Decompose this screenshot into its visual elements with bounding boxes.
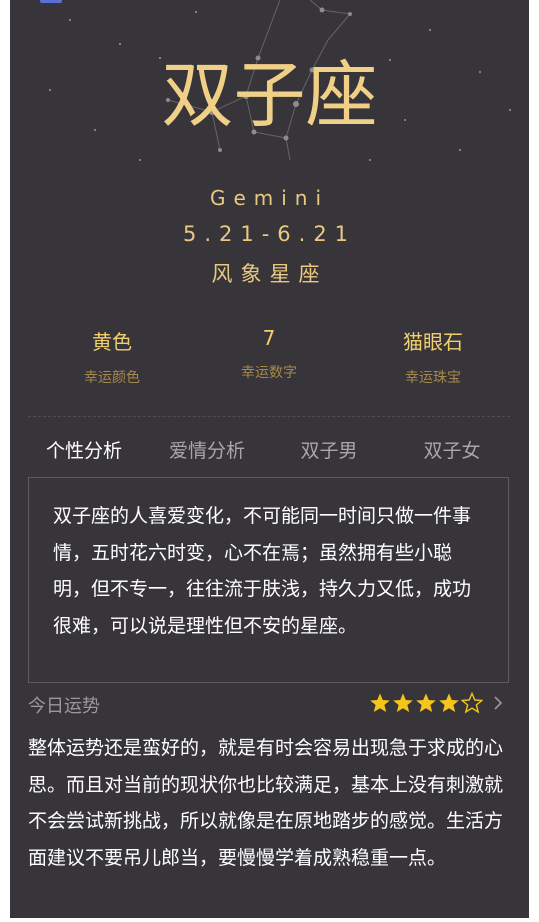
sign-element: 风象星座 [211, 262, 328, 286]
divider [28, 416, 510, 417]
star-empty-icon [461, 692, 483, 714]
fortune-text: 整体运势还是蛮好的，就是有时会容易出现急于求成的心思。而且对当前的现状你也比较满… [28, 737, 504, 869]
lucky-color-label: 幸运颜色 [84, 370, 140, 386]
tab-gemini-male[interactable]: 双子男 [269, 436, 389, 463]
today-fortune-label: 今日运势 [28, 696, 100, 717]
sign-english-name: Gemini [209, 186, 330, 210]
lucky-number-value: 7 [262, 326, 276, 350]
tab-love[interactable]: 爱情分析 [147, 436, 267, 463]
star-filled-icon [393, 693, 413, 712]
star-filled-icon [370, 693, 390, 712]
analysis-text: 双子座的人喜爱变化，不可能同一时间只做一件事情，五时花六时变，心不在焉；虽然拥有… [53, 505, 472, 637]
lucky-number: 7 幸运数字 [189, 326, 349, 382]
lucky-color: 黄色 幸运颜色 [32, 326, 192, 387]
lucky-gem: 猫眼石 幸运珠宝 [353, 326, 513, 387]
tab-personality[interactable]: 个性分析 [24, 436, 144, 463]
lucky-gem-value: 猫眼石 [403, 330, 463, 354]
sign-title: 双子座 [161, 53, 378, 137]
analysis-panel: 双子座的人喜爱变化，不可能同一时间只做一件事情，五时花六时变，心不在焉；虽然拥有… [28, 477, 509, 683]
lucky-color-value: 黄色 [92, 330, 132, 354]
lucky-gem-label: 幸运珠宝 [405, 370, 461, 386]
lucky-number-label: 幸运数字 [241, 365, 297, 381]
analysis-tabs: 个性分析 爱情分析 双子男 双子女 [10, 436, 529, 466]
tab-gemini-female[interactable]: 双子女 [392, 436, 512, 463]
star-filled-icon [416, 693, 436, 712]
chevron-right-icon[interactable] [490, 692, 506, 714]
star-filled-icon [439, 693, 459, 712]
horoscope-card: 双子座 Gemini 5.21-6.21 风象星座 黄色 幸运颜色 7 幸运数字… [10, 0, 529, 918]
sign-date-range: 5.21-6.21 [182, 222, 357, 246]
